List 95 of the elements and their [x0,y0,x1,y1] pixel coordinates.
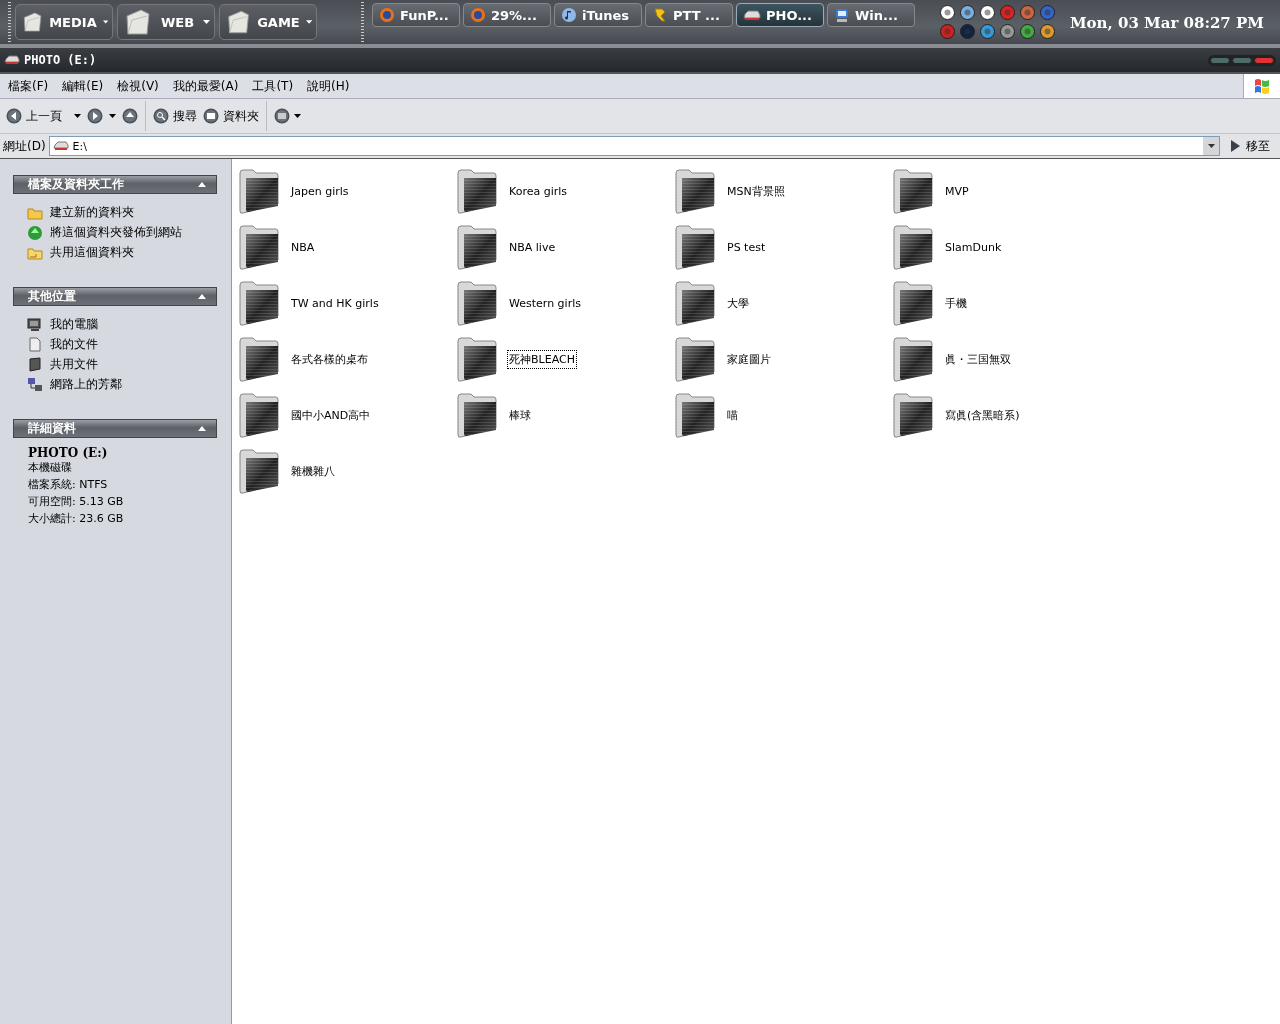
drive-icon [743,9,761,21]
folders-button[interactable]: 資料夾 [200,105,262,127]
window-title: PHOTO (E:) [24,53,98,67]
taskbar-button[interactable]: iTunes [554,3,642,27]
quick-launch-button[interactable]: GAME [219,4,317,40]
document-icon [27,337,43,352]
maximize-button[interactable] [1232,56,1252,64]
detail-text: 本機磁碟 [28,460,73,476]
play-icon [1231,140,1240,152]
folder-name[interactable]: 雜機雜八 [289,461,337,481]
globe-icon [27,224,43,241]
menu-item[interactable]: 說明(H) [302,77,355,95]
folder-name[interactable]: NBA live [507,238,558,256]
back-button[interactable]: 上一頁 [3,105,65,127]
detail-text: 大小總計: 23.6 GB [28,511,125,527]
folder-name[interactable]: Western girls [507,294,583,312]
task-link[interactable]: 將這個資料夾發佈到網站 [27,224,231,241]
dropdown-button[interactable] [71,112,84,120]
folder-name[interactable]: MSN背景照 [725,181,787,201]
back-icon [6,108,22,124]
network-icon [27,377,43,392]
detail-text: 可用空間: 5.13 GB [28,494,125,510]
flag-logo-icon [1253,77,1271,95]
menu-item[interactable]: 工具(T) [247,77,299,95]
folder-name[interactable]: TW and HK girls [289,294,381,312]
address-label: 網址(D) [3,137,46,155]
music-icon [561,7,577,23]
dropdown-button[interactable] [1203,137,1219,155]
search-button[interactable]: 搜尋 [150,105,200,127]
menu-item[interactable]: 檢視(V) [112,77,164,95]
detail-text: 檔案系統: NTFS [28,477,109,493]
go-button[interactable]: 移至 [1223,137,1280,155]
menu-item[interactable]: 檔案(F) [3,77,54,95]
paper-icon [226,8,252,36]
tray-icon[interactable] [939,4,956,21]
panel-header[interactable]: 其他位置 [13,287,217,306]
folder-name[interactable]: Korea girls [507,182,570,200]
paper-icon [124,8,152,36]
folder-name[interactable]: 大學 [725,293,751,313]
folder-name[interactable]: MVP [943,182,971,200]
tray-icon[interactable] [979,4,996,21]
tray-icon[interactable] [959,4,976,21]
task-link[interactable]: 我的文件 [27,336,231,353]
folder-name[interactable]: Japen girls [289,182,351,200]
minimize-button[interactable] [1210,56,1230,64]
taskbar-button[interactable]: PTT ... [645,3,733,27]
caret-icon [203,20,210,24]
quick-launch-button[interactable]: WEB [117,4,215,40]
folder-name[interactable]: 寫眞(含黑暗系) [943,405,1022,425]
menu-item[interactable]: 我的最愛(A) [167,77,244,95]
search-icon [153,108,169,124]
taskbar-button[interactable]: FunP... [372,3,460,27]
taskbar-button[interactable]: PHO... [736,3,824,27]
quick-launch-button[interactable]: MEDIA [15,4,113,40]
caret-icon [305,20,312,24]
folder-name[interactable]: 眞・三国無双 [943,349,1013,369]
folder-name[interactable]: 各式各樣的桌布 [289,349,370,369]
taskbar-button[interactable]: 29%... [463,3,551,27]
caret-icon [74,114,81,118]
drive-name: PHOTO (E:) [28,447,109,459]
folder-name[interactable]: 喵 [725,405,740,425]
drive-icon [52,141,69,151]
task-link[interactable]: 我的電腦 [27,316,231,333]
forward-icon [87,108,103,124]
menu-item[interactable]: 編輯(E) [57,77,109,95]
computer-icon [834,7,850,23]
folder-name[interactable]: PS test [725,238,768,256]
globe-icon [470,7,486,23]
panel-header[interactable]: 詳細資料 [13,419,217,438]
folder-name[interactable]: 死神BLEACH [507,349,577,369]
caret-icon [1207,144,1215,148]
address-field[interactable]: E:\ [48,136,1220,156]
folder-name[interactable]: 國中小AND高中 [289,405,373,425]
task-link[interactable]: 建立新的資料夾 [27,204,231,221]
computer-icon [27,317,43,332]
close-button[interactable] [1254,56,1274,64]
folder-name[interactable]: 家庭圖片 [725,349,773,369]
drive-icon [4,55,20,65]
task-link[interactable]: 共用這個資料夾 [27,244,231,261]
panel-header[interactable]: 檔案及資料夾工作 [13,175,217,194]
clock: Mon, 03 Mar 08:27 PM [1070,14,1264,32]
caret-icon [294,114,301,118]
task-link[interactable]: 共用文件 [27,356,231,373]
folder-name[interactable]: 棒球 [507,405,533,425]
folder-name[interactable]: NBA [289,238,317,256]
tray-icon[interactable] [1039,23,1056,40]
globe-icon [379,7,395,23]
up-icon [122,108,138,124]
dropdown-button[interactable] [106,112,119,120]
task-link[interactable]: 網路上的芳鄰 [27,376,231,393]
caret-icon [109,114,116,118]
folder-name[interactable]: SlamDunk [943,238,1004,256]
taskbar-button[interactable]: Win... [827,3,915,27]
folder-name[interactable]: 手機 [943,293,969,313]
caret-icon [102,20,108,24]
